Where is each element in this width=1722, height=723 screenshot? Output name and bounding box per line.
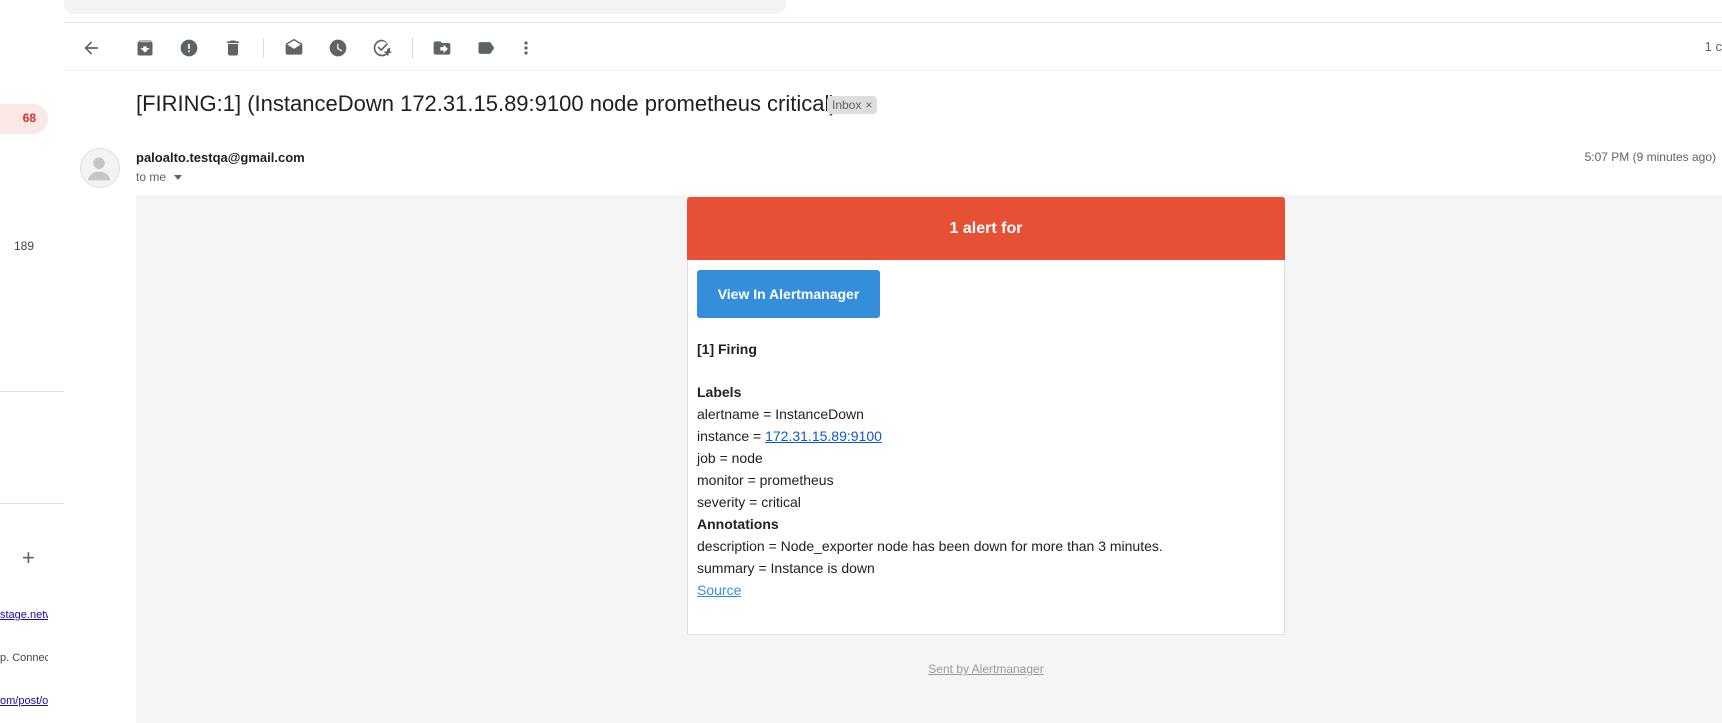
mark-unread-icon[interactable]	[279, 33, 309, 63]
sidebar-item-inbox[interactable]: 68	[0, 104, 48, 134]
label-job: job = node	[697, 450, 763, 466]
report-spam-icon[interactable]	[174, 33, 204, 63]
header-divider	[64, 22, 1722, 23]
toolbar-separator	[412, 38, 413, 58]
sender-email[interactable]: paloalto.testqa@gmail.com	[136, 150, 305, 165]
sidebar-link[interactable]: stage.netw	[0, 609, 48, 621]
labels-heading: Labels	[697, 384, 742, 400]
email-subject: [FIRING:1] (InstanceDown 172.31.15.89:91…	[136, 91, 837, 116]
sidebar-divider	[0, 391, 64, 392]
toolbar-divider	[64, 70, 1722, 71]
annotations-heading: Annotations	[697, 516, 779, 532]
snooze-icon[interactable]	[323, 33, 353, 63]
recipient-details[interactable]: to me	[136, 170, 183, 184]
view-in-alertmanager-button[interactable]: View In Alertmanager	[697, 270, 880, 318]
recipient-label: to me	[136, 170, 167, 184]
label-icon[interactable]	[471, 33, 501, 63]
email-timestamp: 5:07 PM (9 minutes ago)	[1584, 150, 1716, 164]
source-link[interactable]: Source	[697, 582, 741, 598]
label-instance: instance = 172.31.15.89:9100	[697, 428, 882, 444]
archive-icon[interactable]	[130, 33, 160, 63]
move-to-icon[interactable]	[427, 33, 457, 63]
label-instance-key: instance =	[697, 428, 766, 444]
annotation-summary: summary = Instance is down	[697, 560, 875, 576]
person-icon	[87, 157, 111, 181]
label-monitor: monitor = prometheus	[697, 472, 834, 488]
email-footer: Sent by Alertmanager	[687, 662, 1285, 676]
instance-link[interactable]: 172.31.15.89:9100	[765, 428, 882, 444]
back-arrow-icon[interactable]	[76, 33, 106, 63]
chevron-down-icon[interactable]	[174, 174, 183, 180]
sidebar-divider	[0, 503, 64, 504]
label-alertname: alertname = InstanceDown	[697, 406, 864, 422]
inbox-label-chip[interactable]: Inbox ×	[827, 96, 878, 114]
message-toolbar: 1 c	[64, 26, 1722, 68]
sidebar-item-count[interactable]: 189	[14, 239, 34, 253]
pagination-count: 1 c	[1704, 39, 1722, 54]
label-severity: severity = critical	[697, 494, 801, 510]
sidebar-link[interactable]: om/post/o	[0, 695, 48, 707]
add-label-icon[interactable]: +	[22, 546, 35, 570]
firing-title: [1] Firing	[697, 341, 757, 357]
search-bar[interactable]	[64, 0, 786, 14]
sent-by-link[interactable]: Sent by Alertmanager	[928, 662, 1043, 676]
alert-header: 1 alert for	[687, 197, 1285, 260]
avatar	[80, 148, 120, 188]
annotation-description: description = Node_exporter node has bee…	[697, 538, 1163, 554]
add-task-icon[interactable]	[367, 33, 397, 63]
delete-icon[interactable]	[218, 33, 248, 63]
toolbar-separator	[263, 38, 264, 58]
source-line: Source	[697, 582, 741, 598]
sidebar-text: p. Connec	[0, 652, 48, 664]
close-icon[interactable]: ×	[865, 98, 872, 112]
unread-count-badge: 68	[22, 111, 36, 125]
label-chip-text: Inbox	[832, 98, 862, 112]
more-options-icon[interactable]	[511, 33, 541, 63]
